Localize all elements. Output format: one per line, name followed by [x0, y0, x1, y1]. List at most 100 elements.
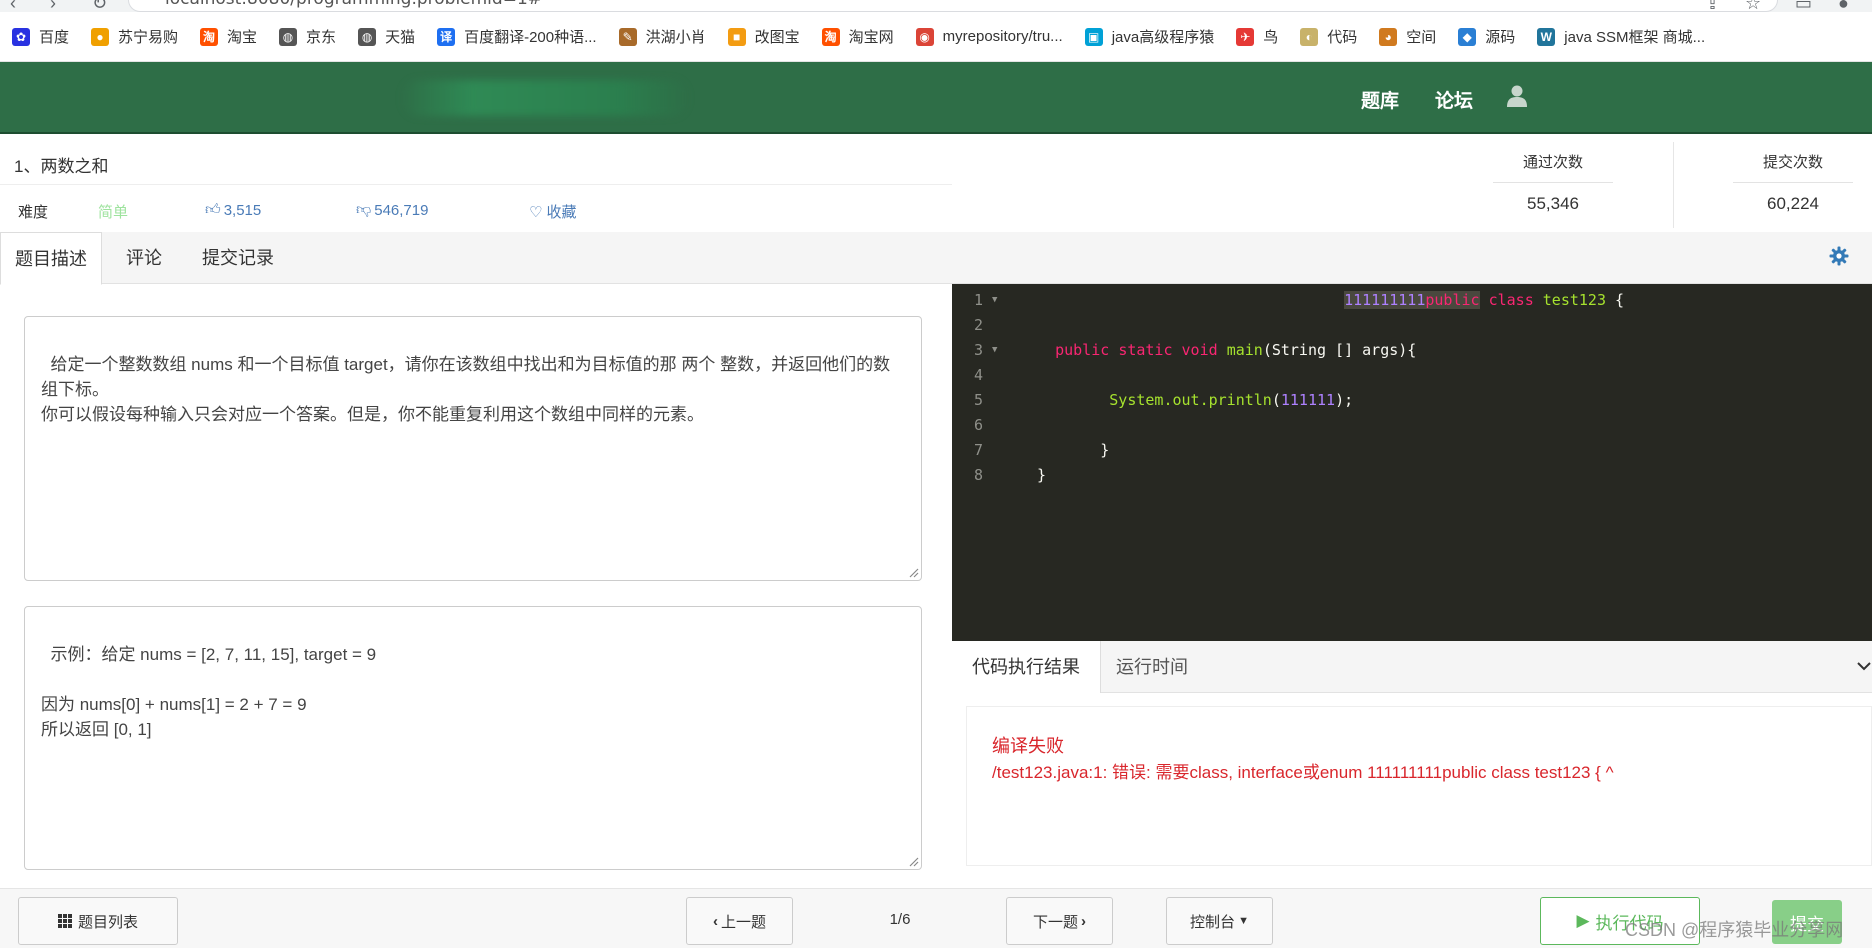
prev-problem-label: 上一题	[720, 913, 766, 931]
problem-tabs: 题目描述 评论 提交记录	[0, 232, 1872, 285]
address-bar[interactable]: localhost:8080/programming.problemid=1#	[128, 0, 1778, 12]
code-line[interactable]: 3 ▼ public static void main(String [] arg…	[952, 338, 1872, 363]
bookmark-label: 洪湖小肖	[645, 29, 706, 46]
code-token: public	[1425, 291, 1480, 309]
line-number: 3	[974, 341, 984, 359]
code-token: {	[1605, 291, 1625, 309]
divider	[1673, 142, 1674, 228]
thumbs-down-icon: 👎︎	[356, 201, 372, 218]
bookmark-label: 苏宁易购	[118, 29, 179, 46]
code-token: void	[1181, 341, 1218, 359]
code-token: 111111111	[1344, 291, 1426, 309]
bird-icon: ✈	[1236, 27, 1255, 46]
code-line[interactable]: 7 }	[952, 438, 1872, 463]
code-token: class	[1488, 291, 1534, 309]
code-line[interactable]: 5 System.out.println(111111);	[952, 388, 1872, 413]
bookmark-item[interactable]: ◍ 京东	[279, 26, 336, 47]
bookmark-label: 百度	[39, 29, 70, 46]
line-number: 6	[974, 416, 984, 434]
bookmark-label: java SSM框架 商城...	[1564, 29, 1706, 46]
resize-grip-icon[interactable]	[907, 855, 919, 867]
dislike-button[interactable]: 👎︎ 546,719	[356, 201, 428, 219]
url-text[interactable]: localhost:8080/programming.problemid=1#	[165, 0, 542, 9]
bookmark-item[interactable]: ■ 改图宝	[727, 26, 800, 47]
gear-icon[interactable]	[1829, 246, 1849, 266]
like-button[interactable]: 👍︎ 3,515	[205, 201, 261, 219]
console-button[interactable]: 控制台 ▼	[1166, 897, 1273, 945]
code-token: 111111	[1280, 391, 1336, 409]
caret-down-icon: ▼	[1238, 915, 1249, 927]
code-token: (	[1271, 391, 1281, 409]
nav-forum[interactable]: 论坛	[1435, 86, 1473, 113]
resize-grip-icon[interactable]	[907, 566, 919, 578]
next-problem-label: 下一题	[1032, 913, 1078, 931]
bookmark-item[interactable]: ◆ 源码	[1458, 26, 1515, 47]
bookmark-label: 京东	[306, 29, 337, 46]
taobao-icon: 淘	[821, 27, 840, 46]
prev-problem-button[interactable]: ‹ 上一题	[686, 897, 793, 945]
pass-count: 55,346	[1527, 194, 1579, 213]
bookmark-label: 空间	[1406, 29, 1437, 46]
tab-submissions[interactable]: 提交记录	[188, 232, 288, 284]
baidu-icon: ✿	[12, 27, 30, 46]
taobao-icon: 淘	[200, 27, 219, 46]
description-text: 给定一个整数数组 nums 和一个目标值 target，请你在该数组中找出和为目…	[41, 355, 891, 424]
bookmark-item[interactable]: ◕ 空间	[1379, 26, 1436, 47]
site-logo[interactable]	[400, 80, 690, 116]
code-line[interactable]: 8 }	[952, 463, 1872, 488]
code-editor[interactable]: 1 ▼ 111111111public class test123 {2 3 ▼ pu…	[952, 284, 1872, 641]
bookmark-item[interactable]: 译百度翻译-200种语...	[437, 26, 597, 47]
code-line[interactable]: 6	[952, 413, 1872, 438]
result-panel	[966, 706, 1872, 866]
fold-icon[interactable]: ▼	[992, 288, 997, 313]
tab-run-time[interactable]: 运行时间	[1096, 641, 1208, 693]
bookmark-label: 百度翻译-200种语...	[464, 29, 597, 46]
result-tabs: 代码执行结果 运行时间	[952, 641, 1872, 693]
bookmark-item[interactable]: ● 苏宁易购	[91, 26, 178, 47]
bookmark-item[interactable]: ◐ 代码	[1300, 26, 1357, 47]
problem-title: 1、两数之和	[14, 157, 109, 176]
bookmark-item[interactable]: ▣ java高级程序猿	[1084, 26, 1214, 47]
next-problem-button[interactable]: 下一题 ›	[1006, 897, 1113, 945]
like-count: 3,515	[223, 201, 262, 219]
description-textarea[interactable]: 给定一个整数数组 nums 和一个目标值 target，请你在该数组中找出和为目…	[24, 316, 922, 581]
bookmark-item[interactable]: ◉ myrepository/tru...	[915, 27, 1063, 46]
bookmark-label: myrepository/tru...	[942, 28, 1063, 45]
code-token: );	[1335, 391, 1354, 409]
bookmark-item[interactable]: ✎ 洪湖小肖	[618, 26, 706, 47]
divider	[1493, 182, 1613, 183]
code-line[interactable]: 1 ▼ 111111111public class test123 {	[952, 288, 1872, 313]
code-text: 111111111public class test123 {	[1028, 288, 1624, 313]
source-icon: ◆	[1458, 27, 1477, 46]
favorite-button[interactable]: ♡ 收藏	[529, 201, 576, 222]
bookmarks-bar: ✿ 百度 ● 苏宁易购 淘淘宝 ◍ 京东 ◍ 天猫 译百度翻译-200种语... ✎ 洪湖小肖 ■ 改图宝…	[0, 12, 1872, 62]
bookmark-item[interactable]: Wjava SSM框架 商城...	[1537, 26, 1705, 47]
code-token: public	[1055, 341, 1110, 359]
tab-description[interactable]: 题目描述	[0, 232, 102, 285]
bookmark-label: 改图宝	[754, 29, 800, 46]
code-text: }	[1028, 438, 1109, 463]
code-token: main	[1226, 341, 1263, 359]
suning-icon: ●	[91, 27, 110, 46]
translate-icon: 译	[437, 27, 456, 46]
chevron-down-icon[interactable]	[1856, 660, 1872, 672]
bookmark-item[interactable]: ✿ 百度	[12, 26, 69, 47]
divider	[0, 184, 952, 185]
chevron-right-icon: ›	[1081, 912, 1086, 930]
fold-icon[interactable]: ▼	[992, 338, 997, 363]
nav-problem-bank[interactable]: 题库	[1361, 86, 1399, 113]
bookmark-item[interactable]: 淘淘宝	[200, 26, 257, 47]
play-icon: ▶	[1576, 911, 1590, 930]
code-line[interactable]: 4	[952, 363, 1872, 388]
user-icon[interactable]	[1506, 84, 1528, 108]
submit-count-label: 提交次数	[1762, 154, 1823, 171]
bookmark-item[interactable]: ◍ 天猫	[358, 26, 415, 47]
code-line[interactable]: 2	[952, 313, 1872, 338]
tab-comments[interactable]: 评论	[112, 232, 176, 284]
tab-execution-result[interactable]: 代码执行结果	[952, 641, 1101, 693]
problem-list-button[interactable]: 题目列表	[18, 897, 178, 945]
bookmark-item[interactable]: 淘淘宝网	[821, 26, 894, 47]
example-textarea[interactable]: 示例：给定 nums = [2, 7, 11, 15], target = 9 …	[24, 606, 922, 870]
bird-icon: ✎	[618, 27, 637, 46]
bookmark-item[interactable]: ✈ 鸟	[1236, 26, 1278, 47]
